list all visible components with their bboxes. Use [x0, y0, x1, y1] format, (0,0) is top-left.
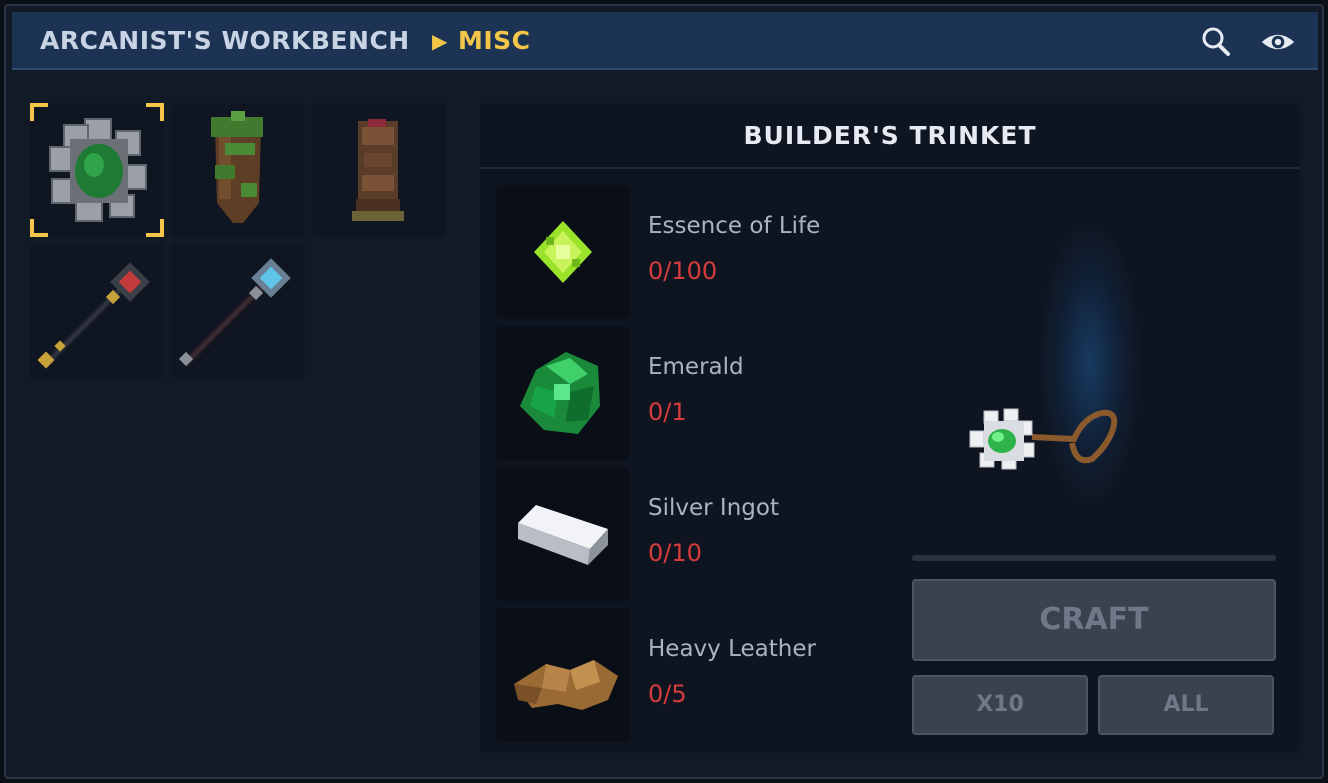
silver-ingot-icon [518, 505, 608, 565]
item-slot-sapphire-staff[interactable] [171, 244, 305, 378]
eye-icon[interactable] [1260, 24, 1296, 60]
sapphire-staff-icon [178, 258, 291, 367]
leather-icon [514, 660, 618, 710]
breadcrumb-current: MISC [458, 26, 531, 55]
ingredient-name: Heavy Leather [648, 636, 816, 662]
ingredient-name: Emerald [648, 354, 744, 380]
craft-button[interactable]: CRAFT [912, 579, 1276, 661]
item-slot-mossy-totem[interactable] [171, 103, 305, 237]
ruby-staff-icon [37, 262, 150, 369]
ingredient-count: 0/1 [648, 398, 687, 426]
builders-trinket-preview-icon [969, 408, 1118, 470]
ingredient-count: 0/5 [648, 680, 687, 708]
ingredient-name: Essence of Life [648, 213, 821, 239]
search-icon[interactable] [1198, 24, 1234, 60]
ingredient-count: 0/100 [648, 257, 718, 285]
ingredient-count: 0/10 [648, 539, 702, 567]
item-slot-ruby-staff[interactable] [30, 244, 164, 378]
ingredient-name: Silver Ingot [648, 495, 779, 521]
selection-corner [30, 103, 48, 121]
ingredient-slot[interactable] [496, 467, 630, 601]
breadcrumb-root[interactable]: ARCANIST'S WORKBENCH [40, 12, 410, 70]
item-slot-builders-trinket[interactable] [30, 103, 164, 237]
ingredient-slot[interactable] [496, 185, 630, 319]
item-slot-carved-totem[interactable] [312, 103, 446, 237]
breadcrumb-separator-icon: ▶ [432, 29, 448, 53]
trinket-item-icon [49, 118, 147, 222]
craft-x10-button[interactable]: X10 [912, 675, 1088, 735]
selection-corner [146, 219, 164, 237]
ingredient-slot[interactable] [496, 326, 630, 460]
emerald-icon [520, 352, 600, 434]
essence-icon [534, 221, 592, 283]
header-bar: ARCANIST'S WORKBENCH ▶ MISC [12, 12, 1318, 70]
craft-all-button[interactable]: ALL [1098, 675, 1274, 735]
mossy-totem-icon [211, 111, 263, 223]
selection-corner [30, 219, 48, 237]
recipe-title: BUILDER'S TRINKET [480, 103, 1300, 169]
carved-totem-icon [352, 119, 404, 221]
recipe-panel: BUILDER'S TRINKET Essence of Life 0/100 … [480, 103, 1300, 753]
selection-corner [146, 103, 164, 121]
ingredient-slot[interactable] [496, 608, 630, 742]
craft-progress-bar [912, 555, 1276, 561]
